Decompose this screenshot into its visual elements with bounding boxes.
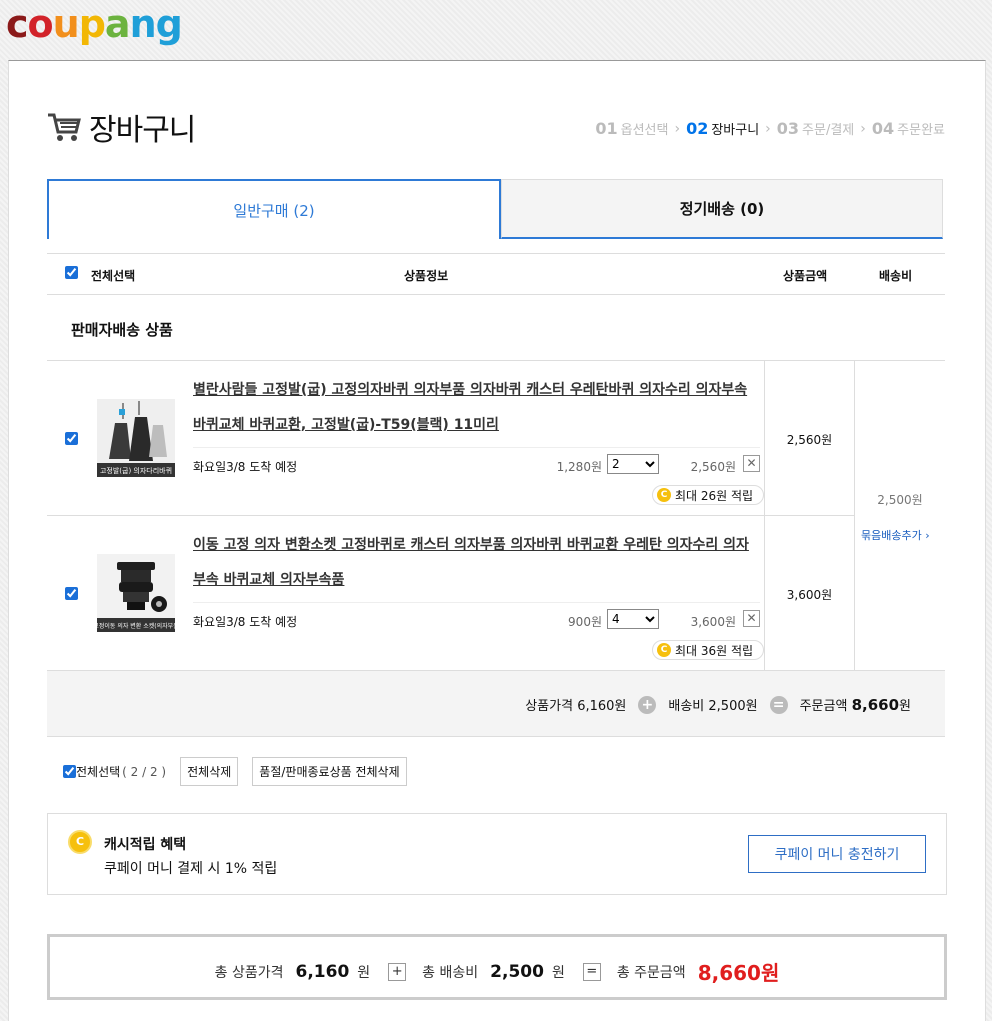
item-detail-row: 화요일3/8 도착 예정 900원 12345678910+ 3,600원 ✕ xyxy=(193,602,760,636)
svg-text:고정발(굽) 의자다리바퀴: 고정발(굽) 의자다리바퀴 xyxy=(100,466,172,475)
logo-letter: n xyxy=(129,2,157,46)
product-title-link[interactable]: 이동 고정 의자 변환소켓 고정바퀴로 캐스터 의자부품 의자바퀴 바퀴교환 우… xyxy=(193,528,753,598)
item-price: 2,560원 xyxy=(786,433,833,447)
cart-item: 고정이동 의자 변환 소켓(의자부품 이동 고정 의자 변환소켓 고정바퀴로 캐… xyxy=(47,516,764,671)
product-thumbnail[interactable]: 고정발(굽) 의자다리바퀴 xyxy=(97,399,175,477)
delete-soldout-button[interactable]: 품절/판매종료상품 전체삭제 xyxy=(252,757,407,786)
total-shipping-label: 총 배송비 xyxy=(422,964,479,981)
bulk-select-all-label: 전체선택 xyxy=(76,765,121,779)
logo-letter: u xyxy=(52,2,80,46)
arrival-date: 화요일3/8 도착 예정 xyxy=(193,615,298,629)
item-subtotal: 3,600원 xyxy=(690,615,736,629)
tab-general-purchase[interactable]: 일반구매 (2) xyxy=(47,179,501,239)
logo-letter: p xyxy=(78,2,106,46)
coin-icon: C xyxy=(657,643,671,657)
order-amount-unit: 원 xyxy=(899,699,911,714)
reward-badge: C 최대 26원 적립 xyxy=(652,485,764,505)
chevron-right-icon: › xyxy=(860,120,866,137)
page-title: 장바구니 xyxy=(47,105,196,149)
product-thumbnail[interactable]: 고정이동 의자 변환 소켓(의자부품 xyxy=(97,554,175,632)
bundle-shipping-link[interactable]: 묶음배송추가 › xyxy=(861,527,930,543)
step-complete: 04 주문완료 xyxy=(871,119,945,138)
logo-letter: a xyxy=(104,2,131,46)
charge-coupay-button[interactable]: 쿠페이 머니 충전하기 xyxy=(748,835,926,873)
delete-item-button[interactable]: ✕ xyxy=(743,610,760,627)
product-price-label: 상품가격 xyxy=(525,699,574,714)
selected-count: ( 2 / 2 ) xyxy=(122,764,167,779)
arrival-date: 화요일3/8 도착 예정 xyxy=(193,460,298,474)
cash-reward-title: 캐시적립 혜택 xyxy=(104,837,187,853)
shipping-fee: 2,500원 xyxy=(877,493,923,507)
logo-letter: c xyxy=(6,2,29,46)
step-options: 01 옵션선택 xyxy=(595,119,669,138)
logo-letter: o xyxy=(27,2,54,46)
total-order-label: 총 주문금액 xyxy=(616,964,686,981)
delete-all-button[interactable]: 전체삭제 xyxy=(180,757,239,786)
equals-icon: = xyxy=(769,695,788,714)
chevron-right-icon: › xyxy=(674,120,681,137)
cart-panel: 장바구니 01 옵션선택 › 02 장바구니 › 03 주문/결제 › 04 주문완료 … xyxy=(8,60,986,1021)
svg-text:고정이동 의자 변환 소켓(의자부품: 고정이동 의자 변환 소켓(의자부품 xyxy=(97,622,175,630)
bulk-actions: 전체선택 ( 2 / 2 ) 전체삭제 품절/판매종료상품 전체삭제 xyxy=(63,757,421,786)
logo-letter: g xyxy=(155,2,183,46)
cash-reward-box: C 캐시적립 혜택 쿠페이 머니 결제 시 1% 적립 쿠페이 머니 충전하기 xyxy=(47,813,947,895)
product-info-header: 상품정보 xyxy=(404,269,449,283)
coin-icon: C xyxy=(657,488,671,502)
page-title-text: 장바구니 xyxy=(89,113,196,148)
delete-item-button[interactable]: ✕ xyxy=(743,455,760,472)
cart-icon xyxy=(48,113,81,141)
seller-summary-bar: 상품가격 6,160원 + 배송비 2,500원 = 주문금액 8,660 원 xyxy=(47,671,945,737)
unit-price: 1,280원 xyxy=(556,460,602,474)
order-steps: 01 옵션선택 › 02 장바구니 › 03 주문/결제 › 04 주문완료 xyxy=(595,119,945,138)
unit-price: 900원 xyxy=(568,615,602,629)
item-price-cell: 3,600원 xyxy=(764,516,854,671)
item-subtotal: 2,560원 xyxy=(690,460,736,474)
reward-badge: C 최대 36원 적립 xyxy=(652,640,764,660)
total-product-unit: 원 xyxy=(357,964,371,981)
total-order-value: 8,660원 xyxy=(697,961,780,985)
equals-icon: = xyxy=(582,962,601,981)
shipping-header: 배송비 xyxy=(879,269,913,283)
item-checkbox[interactable] xyxy=(65,587,78,600)
shipping-value: 2,500원 xyxy=(708,699,758,714)
select-all-label: 전체선택 xyxy=(91,269,136,283)
item-price: 3,600원 xyxy=(786,588,833,602)
total-shipping-value: 2,500 xyxy=(490,961,544,982)
quantity-select[interactable]: 12345678910+ xyxy=(607,609,659,629)
item-checkbox[interactable] xyxy=(65,432,78,445)
tab-subscription[interactable]: 정기배송 (0) xyxy=(501,179,943,239)
cash-reward-desc: 쿠페이 머니 결제 시 1% 적립 xyxy=(104,861,278,877)
cart-item: 고정발(굽) 의자다리바퀴 별란사람들 고정발(굽) 고정의자바퀴 의자부품 의… xyxy=(47,361,764,516)
step-checkout: 03 주문/결제 xyxy=(776,119,855,138)
cart-table-header: 전체선택 상품정보 상품금액 배송비 xyxy=(47,253,945,295)
product-title-link[interactable]: 별란사람들 고정발(굽) 고정의자바퀴 의자부품 의자바퀴 캐스터 우레탄바퀴 … xyxy=(193,373,753,443)
price-header: 상품금액 xyxy=(783,269,828,283)
quantity-select[interactable]: 12345678910+ xyxy=(607,454,659,474)
item-price-cell: 2,560원 xyxy=(764,361,854,516)
total-product-label: 총 상품가격 xyxy=(214,964,284,981)
order-amount-value: 8,660 xyxy=(851,695,900,714)
item-detail-row: 화요일3/8 도착 예정 1,280원 12345678910+ 2,560원 … xyxy=(193,447,760,481)
shipping-fee-cell: 2,500원 묶음배송추가 › xyxy=(854,361,945,671)
order-amount-label: 주문금액 xyxy=(799,699,848,714)
plus-icon: + xyxy=(388,962,407,981)
order-total-box: 총 상품가격 6,160 원 + 총 배송비 2,500 원 = 총 주문금액 … xyxy=(47,934,947,1000)
shipping-label: 배송비 xyxy=(668,699,705,714)
bulk-select-all-checkbox[interactable] xyxy=(63,765,76,778)
coupang-logo[interactable]: coupang xyxy=(6,2,183,46)
purchase-tabs: 일반구매 (2) 정기배송 (0) xyxy=(47,179,943,239)
step-cart: 02 장바구니 xyxy=(686,119,760,138)
product-price-value: 6,160원 xyxy=(577,699,627,714)
chevron-right-icon: › xyxy=(765,120,771,137)
coin-icon: C xyxy=(68,830,92,854)
select-all-checkbox[interactable] xyxy=(65,266,78,279)
cart-items: 고정발(굽) 의자다리바퀴 별란사람들 고정발(굽) 고정의자바퀴 의자부품 의… xyxy=(47,360,945,671)
total-shipping-unit: 원 xyxy=(551,964,565,981)
seller-section-title: 판매자배송 상품 xyxy=(71,321,173,339)
plus-icon: + xyxy=(638,695,657,714)
total-product-value: 6,160 xyxy=(295,961,350,982)
